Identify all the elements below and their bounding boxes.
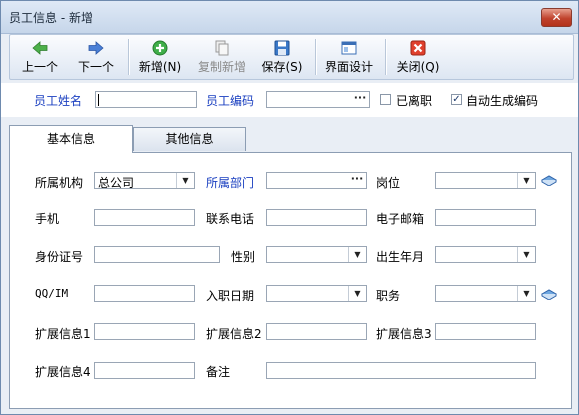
ext3-input[interactable] (435, 323, 536, 340)
basic-info-panel: 所属机构 总公司 ▼ 所属部门 ··· 岗位 ▼ 手机 联系电话 电子邮箱 身份 (9, 152, 572, 409)
copy-icon (215, 40, 229, 56)
qq-label: QQ/IM (35, 287, 69, 300)
resigned-label: 已离职 (396, 94, 433, 108)
email-input[interactable] (435, 209, 536, 226)
toolbar-separator (385, 39, 387, 75)
employee-name-input[interactable] (95, 91, 197, 108)
ext4-input[interactable] (94, 362, 195, 379)
employee-code-input[interactable]: ··· (266, 91, 370, 108)
idcard-label: 身份证号 (35, 250, 84, 264)
autocode-label: 自动生成编码 (466, 94, 539, 108)
chevron-down-icon[interactable]: ▼ (517, 247, 535, 262)
qq-input[interactable] (94, 285, 195, 302)
title-label: 职务 (376, 289, 401, 303)
close-label: 关闭(Q) (396, 60, 440, 74)
gender-select[interactable]: ▼ (266, 246, 367, 263)
remark-input[interactable] (266, 362, 536, 379)
phone-input[interactable] (266, 209, 367, 226)
ext2-input[interactable] (266, 323, 367, 340)
save-button[interactable]: 保存(S) (259, 37, 305, 77)
hire-date-select[interactable]: ▼ (266, 285, 367, 302)
copy-new-button[interactable]: 复制新增 (195, 37, 249, 77)
toolbar-separator (315, 39, 317, 75)
org-select[interactable]: 总公司 ▼ (94, 172, 195, 190)
arrow-right-icon (88, 41, 104, 55)
ext3-label: 扩展信息3 (376, 327, 432, 341)
position-select[interactable]: ▼ (435, 172, 536, 189)
resigned-checkbox[interactable] (380, 94, 391, 105)
more-dots-icon[interactable]: ··· (348, 173, 366, 188)
employee-code-label: 员工编码 (206, 94, 255, 108)
position-label: 岗位 (376, 176, 401, 190)
more-dots-icon[interactable]: ··· (351, 92, 369, 107)
new-label: 新增(N) (138, 60, 182, 74)
floppy-disk-icon (274, 40, 290, 56)
header-fields: 员工姓名 员工编码 ··· 已离职 ✓ 自动生成编码 (1, 83, 578, 117)
next-label: 下一个 (77, 60, 114, 74)
chevron-down-icon[interactable]: ▼ (348, 286, 366, 301)
text-caret (98, 94, 99, 106)
layout-icon (341, 41, 357, 55)
toolbar-separator (128, 39, 130, 75)
dept-label: 所属部门 (206, 176, 255, 190)
tab-other-info[interactable]: 其他信息 (133, 127, 246, 151)
toolbar: 上一个 下一个 新增(N) 复制新增 保存(S) 界面设计 关闭(Q) (9, 34, 574, 80)
save-label: 保存(S) (261, 60, 303, 74)
close-button[interactable]: 关闭(Q) (393, 37, 443, 77)
birth-label: 出生年月 (376, 250, 425, 264)
org-label: 所属机构 (35, 176, 84, 190)
next-button[interactable]: 下一个 (74, 37, 118, 77)
copy-new-label: 复制新增 (197, 60, 246, 74)
close-icon (410, 40, 426, 56)
birth-select[interactable]: ▼ (435, 246, 536, 263)
mobile-label: 手机 (35, 212, 60, 226)
add-icon (152, 40, 168, 56)
idcard-input[interactable] (94, 246, 220, 263)
mobile-input[interactable] (94, 209, 195, 226)
chevron-down-icon[interactable]: ▼ (176, 173, 194, 188)
new-button[interactable]: 新增(N) (136, 37, 184, 77)
ext2-label: 扩展信息2 (206, 327, 262, 341)
chevron-down-icon[interactable]: ▼ (517, 286, 535, 301)
phone-label: 联系电话 (206, 212, 255, 226)
remark-label: 备注 (206, 365, 231, 379)
employee-dialog: 员工信息 - 新增 ✕ 上一个 下一个 新增(N) 复制新增 保存(S) 界面设… (0, 0, 579, 415)
window-title: 员工信息 - 新增 (9, 11, 93, 25)
chevron-down-icon[interactable]: ▼ (348, 247, 366, 262)
ext1-input[interactable] (94, 323, 195, 340)
title-select[interactable]: ▼ (435, 285, 536, 302)
ext4-label: 扩展信息4 (35, 365, 91, 379)
prev-label: 上一个 (21, 60, 58, 74)
autocode-checkbox[interactable]: ✓ (451, 94, 462, 105)
ui-design-label: 界面设计 (324, 60, 373, 74)
book-icon[interactable] (541, 288, 557, 300)
chevron-down-icon[interactable]: ▼ (517, 173, 535, 188)
arrow-left-icon (32, 41, 48, 55)
employee-name-label: 员工姓名 (34, 94, 83, 108)
prev-button[interactable]: 上一个 (18, 37, 62, 77)
dept-input[interactable]: ··· (266, 172, 367, 189)
window-close-button[interactable]: ✕ (541, 8, 572, 27)
email-label: 电子邮箱 (376, 212, 425, 226)
book-icon[interactable] (541, 174, 557, 186)
tab-basic-info[interactable]: 基本信息 (9, 125, 133, 153)
ui-design-button[interactable]: 界面设计 (322, 37, 376, 77)
gender-label: 性别 (231, 250, 256, 264)
ext1-label: 扩展信息1 (35, 327, 91, 341)
hire-date-label: 入职日期 (206, 289, 255, 303)
title-bar: 员工信息 - 新增 ✕ (1, 1, 578, 34)
